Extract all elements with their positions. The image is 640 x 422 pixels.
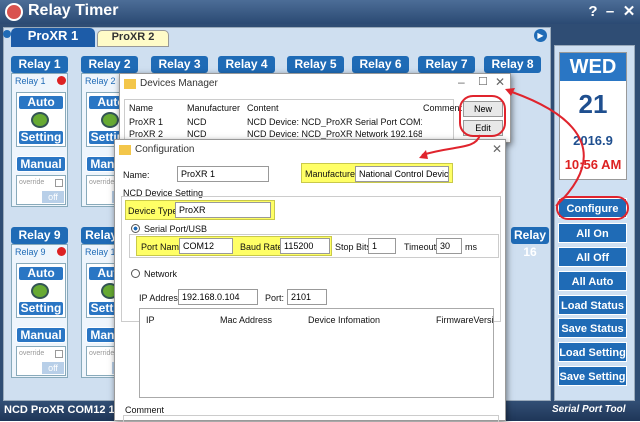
arrow-configure-to-dm: [511, 91, 585, 207]
annotation-arrows: [419, 88, 585, 207]
arrow-head-config: [419, 150, 428, 159]
arrow-edit-to-config: [421, 134, 481, 156]
